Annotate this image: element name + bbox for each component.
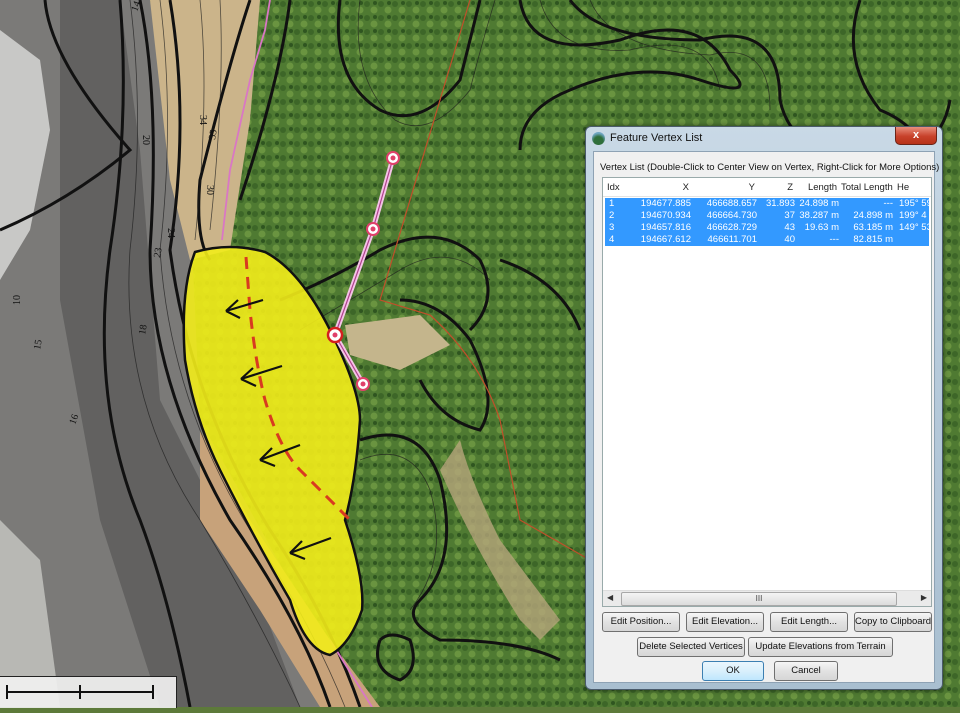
cell-y: 466611.701	[707, 234, 758, 245]
column-header-z[interactable]: Z	[759, 182, 793, 193]
edit-elevation-button[interactable]: Edit Elevation...	[686, 612, 764, 632]
dialog-titlebar[interactable]: Feature Vertex List x	[586, 127, 942, 151]
vertex-marker-3	[326, 326, 344, 344]
contour-label: 18	[137, 324, 150, 336]
cell-z: 37	[784, 210, 795, 221]
contour-label: 15	[32, 339, 45, 351]
cell-heading: 199° 4	[899, 210, 927, 221]
table-row[interactable]: 3 194657.816 466628.729 43 19.63 m 63.18…	[605, 222, 932, 234]
cell-idx: 4	[609, 234, 615, 245]
vertex-list-caption: Vertex List (Double-Click to Center View…	[600, 162, 940, 173]
column-header-length[interactable]: Length	[797, 182, 837, 193]
table-row[interactable]: 4 194667.612 466611.701 40 --- 82.815 m	[605, 234, 929, 246]
column-header-heading[interactable]: He	[897, 182, 931, 193]
cell-y: 466628.729	[706, 222, 757, 233]
horizontal-scrollbar[interactable]: ◀ III ▶	[603, 590, 931, 606]
cell-x: 194667.612	[640, 234, 691, 245]
cell-z: 40	[784, 234, 795, 245]
vertex-marker-2	[366, 222, 380, 236]
cell-length: 19.63 m	[804, 222, 839, 233]
close-button[interactable]: x	[895, 127, 937, 145]
cell-heading: 195° 59'	[899, 198, 932, 209]
delete-selected-vertices-button[interactable]: Delete Selected Vertices	[637, 637, 745, 657]
cell-x: 194657.816	[640, 222, 691, 233]
cell-idx: 1	[609, 198, 615, 209]
contour-label: 10	[12, 295, 23, 305]
cell-total-length: 63.185 m	[853, 222, 893, 233]
contour-label: 30	[204, 185, 215, 195]
ok-button[interactable]: OK	[702, 661, 764, 681]
contour-label: 20	[140, 135, 151, 145]
cell-length: 38.287 m	[799, 210, 839, 221]
app-globe-icon	[592, 132, 605, 145]
column-header-x[interactable]: X	[629, 182, 689, 193]
cell-total-length: ---	[883, 198, 894, 209]
dialog-client-area: Vertex List (Double-Click to Center View…	[593, 151, 939, 683]
edit-length-button[interactable]: Edit Length...	[770, 612, 848, 632]
list-header: Idx X Y Z Length Total Length He	[603, 178, 931, 197]
column-header-total-length[interactable]: Total Length	[841, 182, 893, 193]
table-row[interactable]: 2 194670.934 466664.730 37 38.287 m 24.8…	[605, 210, 929, 222]
vertex-marker-1	[386, 151, 400, 165]
column-header-idx[interactable]: Idx	[607, 182, 620, 193]
contour-label: 24	[165, 228, 176, 238]
vertex-marker-4	[356, 377, 370, 391]
cancel-button[interactable]: Cancel	[774, 661, 838, 681]
cell-total-length: 82.815 m	[853, 234, 893, 245]
feature-vertex-list-dialog: Feature Vertex List x Vertex List (Doubl…	[585, 126, 943, 690]
cell-length: ---	[829, 234, 840, 245]
cell-y: 466664.730	[706, 210, 757, 221]
cell-y: 466688.657	[706, 198, 757, 209]
cell-heading: 149° 53'	[899, 222, 932, 233]
column-header-y[interactable]: Y	[691, 182, 755, 193]
contour-label: 23	[152, 247, 165, 259]
scale-bar-graphic	[6, 685, 154, 699]
copy-to-clipboard-button[interactable]: Copy to Clipboard	[854, 612, 932, 632]
scale-bar	[0, 676, 177, 708]
contour-label: 35	[207, 129, 220, 141]
table-row[interactable]: 1 194677.885 466688.657 31.893 24.898 m …	[605, 198, 932, 210]
cell-idx: 2	[609, 210, 615, 221]
cell-x: 194677.885	[640, 198, 691, 209]
scroll-left-arrow-icon[interactable]: ◀	[607, 593, 613, 602]
dialog-title: Feature Vertex List	[610, 132, 703, 144]
cell-length: 24.898 m	[799, 198, 839, 209]
scroll-right-arrow-icon[interactable]: ▶	[921, 593, 927, 602]
cell-z: 43	[784, 222, 795, 233]
scrollbar-thumb[interactable]: III	[621, 592, 897, 606]
edit-position-button[interactable]: Edit Position...	[602, 612, 680, 632]
list-rows: 1 194677.885 466688.657 31.893 24.898 m …	[605, 198, 932, 246]
cell-total-length: 24.898 m	[853, 210, 893, 221]
cell-x: 194670.934	[640, 210, 691, 221]
vertex-list[interactable]: Idx X Y Z Length Total Length He 1 19467…	[602, 177, 932, 607]
cell-idx: 3	[609, 222, 615, 233]
update-elevations-button[interactable]: Update Elevations from Terrain	[748, 637, 893, 657]
contour-label: 34	[197, 115, 208, 125]
cell-z: 31.893	[765, 198, 795, 209]
